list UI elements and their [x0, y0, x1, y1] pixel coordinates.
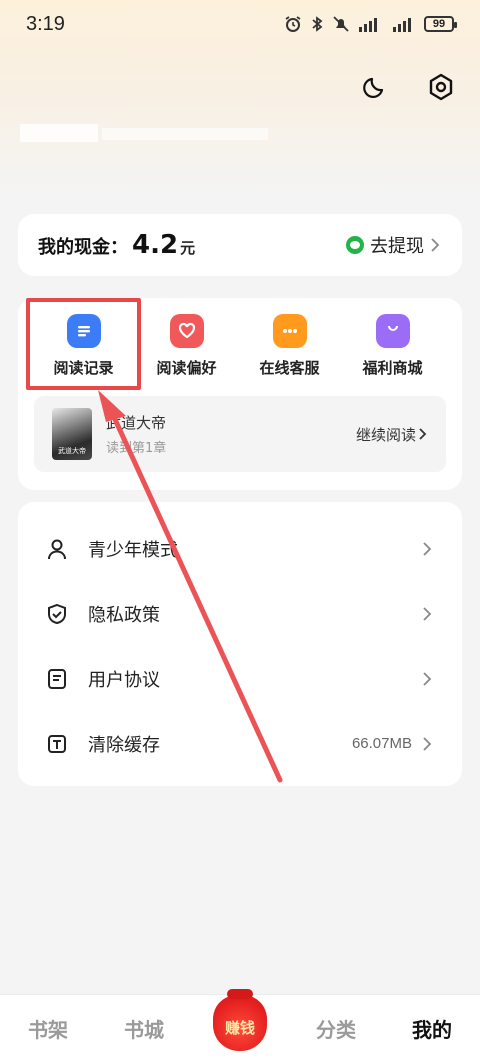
nav-mine[interactable]: 我的: [384, 1014, 480, 1043]
shield-icon: [46, 603, 68, 625]
cash-label: 我的现金：: [38, 237, 128, 258]
chevron-right-icon: [423, 671, 432, 686]
withdraw-label: 去提现: [370, 236, 424, 257]
gear-icon: [429, 73, 453, 101]
status-time: 3:19: [26, 12, 65, 35]
tool-welfare-mall[interactable]: 福利商城: [341, 314, 444, 378]
reading-history-icon: [66, 314, 101, 348]
tool-label: 阅读记录: [53, 359, 114, 377]
menu-item-privacy-policy[interactable]: 隐私政策: [18, 581, 462, 646]
shopping-bag-icon: [375, 314, 410, 348]
battery-icon: 99: [424, 16, 457, 32]
cash-card: 我的现金： 4.2 元 去提现: [18, 214, 462, 276]
tool-label: 阅读偏好: [156, 359, 217, 377]
placeholder-bar: [102, 128, 268, 140]
tool-online-service[interactable]: 在线客服: [238, 314, 341, 378]
settings-menu-card: 青少年模式 隐私政策 用户协议 清除缓存 66.07MB: [18, 502, 462, 786]
earn-label: 赚钱: [224, 1018, 255, 1037]
heart-icon: [169, 314, 204, 348]
book-title: 武道大帝: [106, 414, 167, 432]
chat-icon: [272, 314, 307, 348]
nav-bookshelf[interactable]: 书架: [0, 1014, 96, 1043]
chevron-right-icon: [423, 736, 432, 751]
settings-button[interactable]: [426, 72, 456, 102]
chevron-right-icon: [431, 238, 440, 252]
moon-icon: [363, 77, 384, 99]
tool-reading-preference[interactable]: 阅读偏好: [135, 314, 238, 378]
menu-label: 隐私政策: [88, 604, 160, 626]
tool-label: 福利商城: [362, 359, 423, 377]
recent-book-row[interactable]: 武道大帝 读到第1章 继续阅读: [34, 396, 446, 472]
top-actions: [360, 72, 456, 102]
menu-item-clear-cache[interactable]: 清除缓存 66.07MB: [18, 711, 462, 776]
menu-label: 用户协议: [88, 669, 160, 691]
nav-bookstore[interactable]: 书城: [96, 1014, 192, 1043]
menu-item-user-agreement[interactable]: 用户协议: [18, 646, 462, 711]
chevron-right-icon: [419, 428, 427, 440]
text-box-icon: [46, 733, 68, 755]
cache-size: 66.07MB: [351, 735, 412, 752]
user-icon: [46, 538, 68, 560]
book-progress: 读到第1章: [106, 441, 167, 456]
chevron-right-icon: [423, 606, 432, 621]
cash-balance: 我的现金： 4.2 元: [38, 230, 195, 260]
book-cover: [52, 408, 92, 460]
continue-reading-label: 继续阅读: [355, 425, 416, 444]
mute-icon: [333, 16, 349, 32]
status-icons: 99: [284, 15, 457, 33]
tools-row: 阅读记录 阅读偏好 在线客服 福利商城: [18, 314, 462, 378]
chevron-right-icon: [423, 541, 432, 556]
wechat-icon: [346, 236, 364, 254]
tool-reading-history[interactable]: 阅读记录: [32, 314, 135, 378]
signal-icon: [359, 18, 377, 32]
menu-item-youth-mode[interactable]: 青少年模式: [18, 516, 462, 581]
profile-placeholder: [20, 124, 268, 142]
battery-level: 99: [432, 18, 446, 30]
signal-icon-2: [393, 18, 411, 32]
document-icon: [46, 668, 68, 690]
alarm-icon: [285, 16, 301, 32]
nav-category[interactable]: 分类: [288, 1014, 384, 1043]
cash-unit: 元: [180, 239, 196, 257]
menu-label: 青少年模式: [88, 539, 178, 561]
menu-label: 清除缓存: [88, 734, 160, 756]
cash-value: 4.2: [132, 230, 179, 260]
night-mode-button[interactable]: [360, 72, 390, 102]
bluetooth-icon: [312, 16, 323, 32]
tool-label: 在线客服: [259, 359, 320, 377]
withdraw-button[interactable]: 去提现: [346, 232, 440, 258]
money-bag-icon: 赚钱: [213, 989, 267, 1051]
continue-reading-button[interactable]: 继续阅读: [356, 424, 428, 445]
placeholder-bar: [20, 124, 98, 142]
tools-card: 阅读记录 阅读偏好 在线客服 福利商城 武道大帝 读到第1章 继续: [18, 298, 462, 490]
book-info: 武道大帝 读到第1章: [106, 412, 356, 456]
status-bar: 3:19 99: [0, 0, 480, 48]
bottom-nav: 书架 书城 赚钱 分类 我的: [0, 989, 480, 1061]
nav-earn-money[interactable]: 赚钱: [192, 989, 288, 1051]
